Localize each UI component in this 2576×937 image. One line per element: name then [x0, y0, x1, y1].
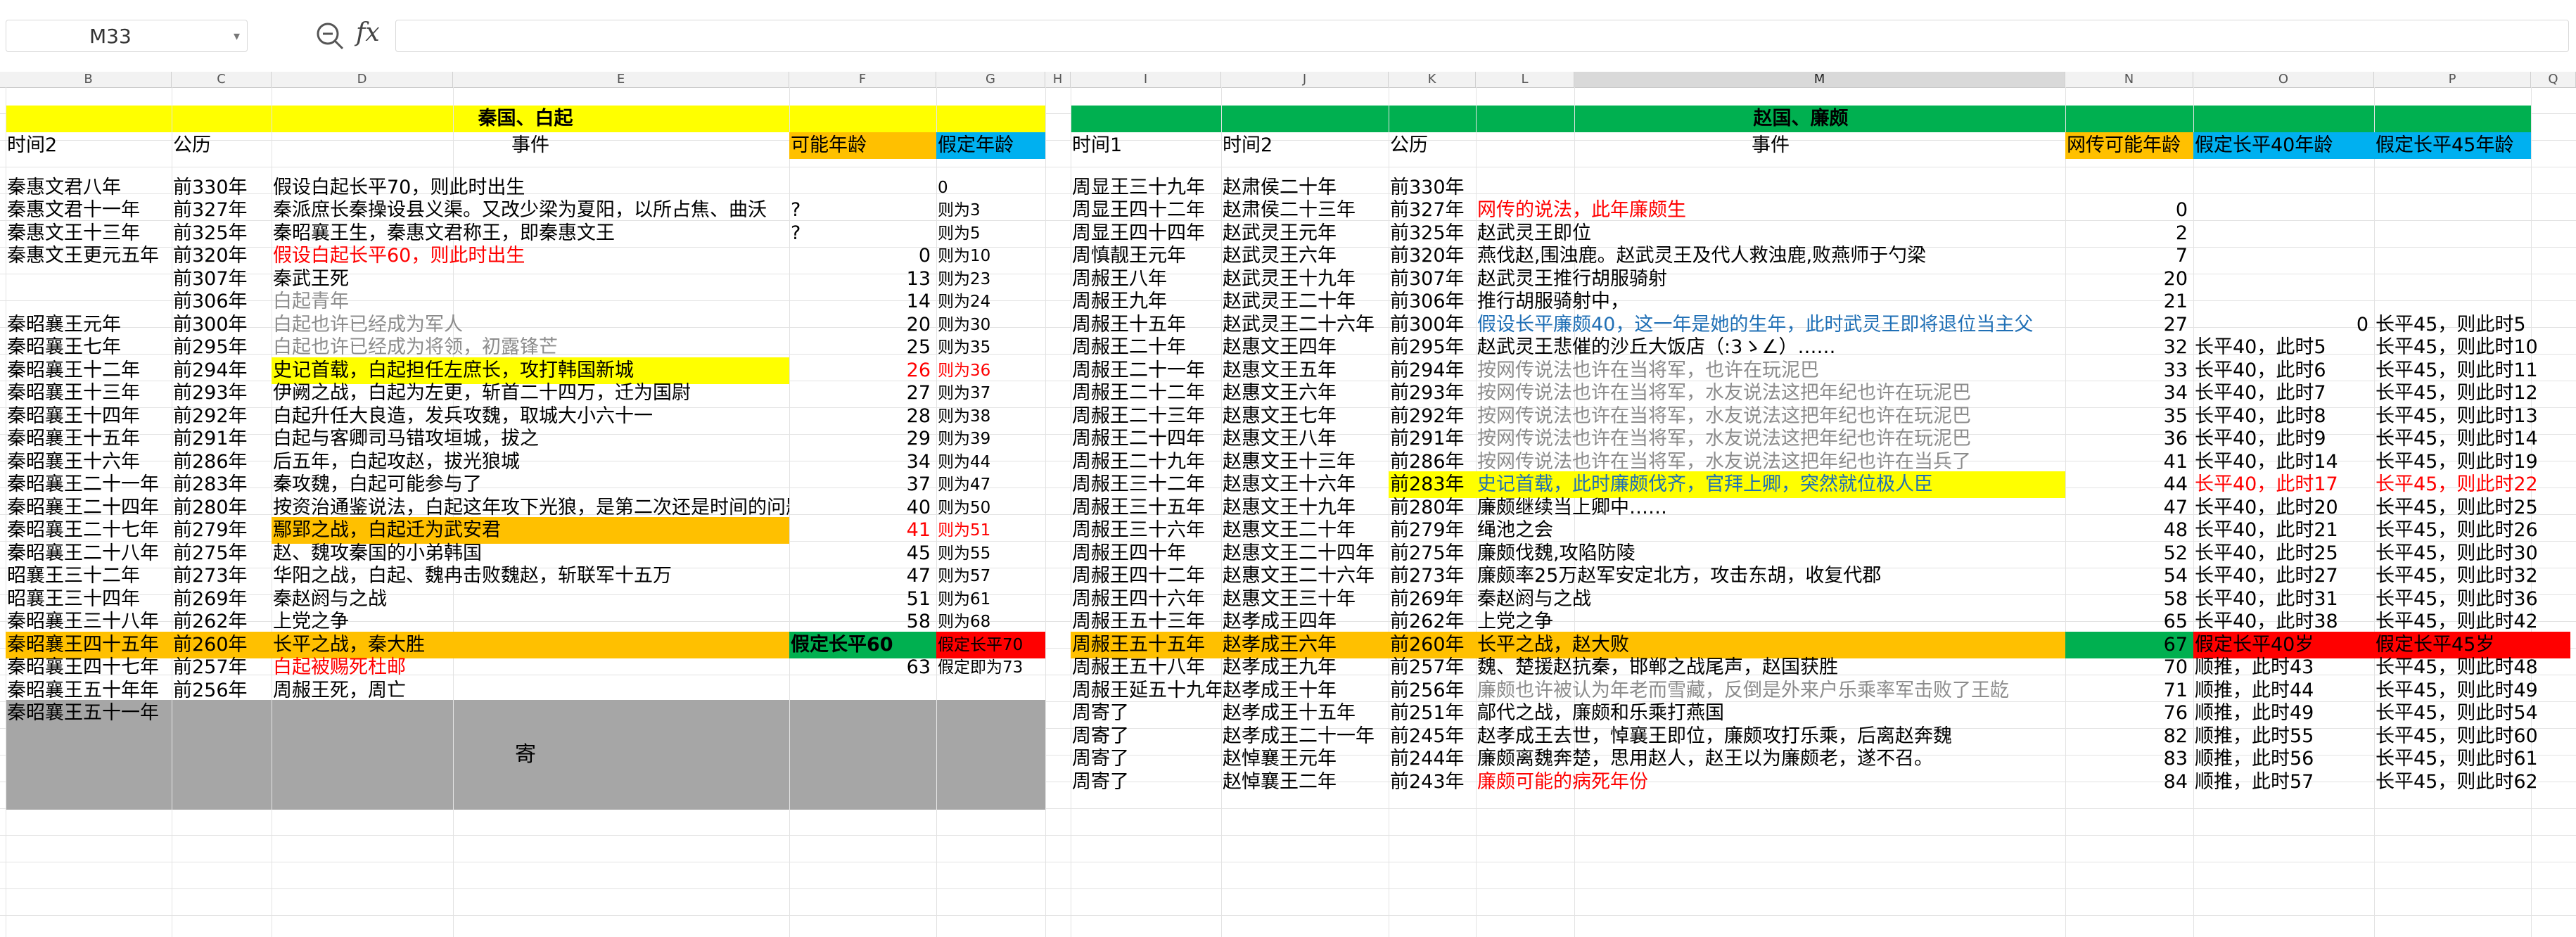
column-header-i[interactable]: I	[1071, 72, 1221, 87]
right-header-i[interactable]: 时间1	[1071, 132, 1221, 159]
column-header-o[interactable]: O	[2193, 72, 2374, 87]
right-section-title: 赵国、廉颇	[1071, 106, 2531, 132]
column-header-g[interactable]: G	[936, 72, 1045, 87]
merged-cell-label: 寄	[515, 742, 536, 767]
column-header-c[interactable]: C	[172, 72, 272, 87]
left-header-c[interactable]: 公历	[172, 132, 272, 159]
formula-toolbar: M33 ▾ fx	[0, 0, 2576, 72]
left-section-title: 秦国、白起	[6, 106, 1045, 132]
left-year-cell[interactable]	[172, 700, 272, 727]
formula-input[interactable]	[395, 20, 2569, 52]
column-header-d[interactable]: D	[272, 72, 453, 87]
right-header-k[interactable]: 公历	[1389, 132, 1476, 159]
name-box[interactable]: M33 ▾	[6, 20, 248, 52]
column-header-b[interactable]: B	[6, 72, 172, 87]
right-age-cell[interactable]: 84	[2065, 769, 2193, 796]
column-header-bar: BCDEFGHIJKLMNOPQ	[0, 72, 2576, 88]
left-time2-cell[interactable]: 秦昭襄王五十一年	[6, 700, 172, 727]
spreadsheet-grid[interactable]: 秦国、白起 赵国、廉颇 寄 时间2 公历 事件 可能年龄 假定年龄 时间1 时间2 公历 事件网…	[0, 87, 2576, 937]
left-age-cell[interactable]	[789, 700, 936, 727]
right-event-cell[interactable]: 廉颇可能的病死年份	[1476, 769, 2065, 796]
right-header-o[interactable]: 假定长平40年龄	[2193, 132, 2374, 159]
right-header-n[interactable]: 网传可能年龄	[2065, 132, 2193, 159]
right-assumed40-cell[interactable]: 顺推，此时57	[2193, 769, 2374, 796]
grid-line	[1045, 87, 1046, 937]
left-assumed-age-cell[interactable]	[936, 700, 1045, 727]
left-event-cell[interactable]	[272, 700, 789, 727]
right-time2-cell[interactable]: 赵悼襄王二年	[1221, 769, 1389, 796]
right-year-cell[interactable]: 前243年	[1389, 769, 1476, 796]
left-header-f[interactable]: 可能年龄	[789, 132, 936, 159]
name-box-value: M33	[89, 25, 132, 48]
column-header-f[interactable]: F	[789, 72, 936, 87]
right-header-j[interactable]: 时间2	[1221, 132, 1389, 159]
left-header-b[interactable]: 时间2	[6, 132, 172, 159]
chevron-down-icon[interactable]: ▾	[234, 20, 240, 53]
column-header-l[interactable]: L	[1476, 72, 1574, 87]
column-header-p[interactable]: P	[2374, 72, 2531, 87]
fx-icon[interactable]: fx	[356, 18, 380, 47]
right-header-p[interactable]: 假定长平45年龄	[2374, 132, 2531, 159]
column-header-j[interactable]: J	[1221, 72, 1389, 87]
right-time1-cell[interactable]: 周寄了	[1071, 769, 1221, 796]
zoom-icon[interactable]	[314, 20, 346, 52]
column-header-q[interactable]: Q	[2531, 72, 2576, 87]
column-header-m[interactable]: M	[1574, 72, 2065, 87]
right-header-l[interactable]: 事件	[1476, 132, 2065, 159]
column-header-k[interactable]: K	[1389, 72, 1476, 87]
left-header-d[interactable]: 事件	[272, 132, 789, 159]
column-header-e[interactable]: E	[453, 72, 789, 87]
right-assumed45-cell[interactable]: 长平45，则此时62	[2374, 769, 2570, 796]
column-header-n[interactable]: N	[2065, 72, 2193, 87]
left-header-g[interactable]: 假定年龄	[936, 132, 1045, 159]
column-header-h[interactable]: H	[1045, 72, 1071, 87]
